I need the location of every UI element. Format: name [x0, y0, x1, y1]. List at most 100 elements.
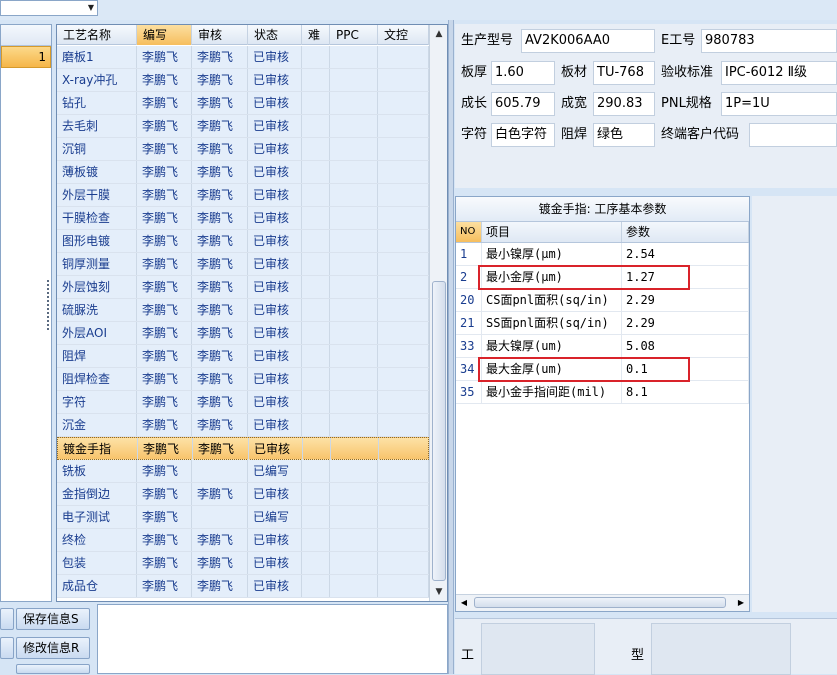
- process-grid-row[interactable]: 终检 李鹏飞 李鹏飞 已审核: [57, 529, 429, 552]
- process-grid-row[interactable]: 沉金 李鹏飞 李鹏飞 已审核: [57, 414, 429, 437]
- param-table-row[interactable]: 20 CS面pnl面积(sq/in) 2.29: [456, 289, 749, 312]
- save-info-button[interactable]: 保存信息S: [16, 608, 90, 630]
- process-grid-row[interactable]: 沉铜 李鹏飞 李鹏飞 已审核: [57, 138, 429, 161]
- param-table-body[interactable]: 1 最小镍厚(μm) 2.54 2 最小金厚(μm) 1.27 20 CS面pnl面积(sq/…: [456, 243, 749, 404]
- param-table-row[interactable]: 1 最小镍厚(μm) 2.54: [456, 243, 749, 266]
- process-grid-row[interactable]: 硫脲洗 李鹏飞 李鹏飞 已审核: [57, 299, 429, 322]
- scroll-down-icon[interactable]: ▼: [430, 583, 448, 601]
- edit-info-button[interactable]: 修改信息R: [16, 637, 90, 659]
- param-table-row[interactable]: 21 SS面pnl面积(sq/in) 2.29: [456, 312, 749, 335]
- param-table-column-header[interactable]: 项目: [482, 222, 622, 242]
- process-grid-row[interactable]: 外层AOI 李鹏飞 李鹏飞 已审核: [57, 322, 429, 345]
- hidden-button-3[interactable]: [16, 664, 90, 674]
- eno-field[interactable]: 980783: [701, 29, 837, 53]
- param-table-row[interactable]: 35 最小金手指间距(mil) 8.1: [456, 381, 749, 404]
- process-grid-row[interactable]: 磨板1 李鹏飞 李鹏飞 已审核: [57, 46, 429, 69]
- hidden-button-2[interactable]: [0, 637, 14, 659]
- width-field[interactable]: 290.83: [593, 92, 655, 116]
- param-table-cell: 最大镍厚(um): [482, 335, 622, 357]
- process-grid-cell: [192, 506, 248, 528]
- bottom-field-1[interactable]: [481, 623, 595, 675]
- memo-area[interactable]: [97, 604, 448, 674]
- process-grid-row[interactable]: 干膜检查 李鹏飞 李鹏飞 已审核: [57, 207, 429, 230]
- process-grid-row[interactable]: 阻焊 李鹏飞 李鹏飞 已审核: [57, 345, 429, 368]
- param-table-hscrollbar[interactable]: ◀ ▶: [456, 594, 749, 611]
- thickness-field[interactable]: 1.60: [491, 61, 555, 85]
- param-table-cell: 2: [456, 266, 482, 288]
- scroll-up-icon[interactable]: ▲: [430, 25, 448, 43]
- process-grid-row[interactable]: 薄板镀 李鹏飞 李鹏飞 已审核: [57, 161, 429, 184]
- process-grid-row[interactable]: 外层蚀刻 李鹏飞 李鹏飞 已审核: [57, 276, 429, 299]
- process-grid-body[interactable]: 磨板1 李鹏飞 李鹏飞 已审核 X-ray冲孔 李鹏飞 李鹏飞 已审核 钻孔 李鹏飞 李鹏飞 已审核去…: [57, 46, 430, 598]
- pnl-field[interactable]: 1P=1U: [721, 92, 837, 116]
- process-grid-row[interactable]: 图形电镀 李鹏飞 李鹏飞 已审核: [57, 230, 429, 253]
- process-grid-cell: [330, 161, 378, 183]
- process-grid-column-header[interactable]: 编写: [137, 25, 192, 45]
- process-grid-row[interactable]: 钻孔 李鹏飞 李鹏飞 已审核: [57, 92, 429, 115]
- process-grid-cell: 李鹏飞: [137, 276, 192, 298]
- process-grid-row[interactable]: X-ray冲孔 李鹏飞 李鹏飞 已审核: [57, 69, 429, 92]
- scroll-left-icon[interactable]: ◀: [456, 595, 472, 611]
- process-grid-cell: [302, 161, 330, 183]
- process-grid-row[interactable]: 金指倒边 李鹏飞 李鹏飞 已审核: [57, 483, 429, 506]
- process-grid-column-header[interactable]: 状态: [248, 25, 302, 45]
- customer-code-field[interactable]: [749, 123, 837, 147]
- process-grid-row[interactable]: 阻焊检查 李鹏飞 李鹏飞 已审核: [57, 368, 429, 391]
- scrollbar-thumb[interactable]: [432, 281, 446, 581]
- param-table-row[interactable]: 2 最小金厚(μm) 1.27: [456, 266, 749, 289]
- param-table-row[interactable]: 33 最大镍厚(um) 5.08: [456, 335, 749, 358]
- length-field[interactable]: 605.79: [491, 92, 555, 116]
- process-grid-cell: 李鹏飞: [192, 253, 248, 275]
- hscrollbar-thumb[interactable]: [474, 597, 726, 608]
- left-list[interactable]: 1: [0, 24, 52, 602]
- splitter-handle[interactable]: [47, 280, 51, 330]
- process-grid-column-header[interactable]: 文控: [378, 25, 429, 45]
- chevron-down-icon[interactable]: ▼: [88, 3, 94, 12]
- char-field[interactable]: 白色字符: [491, 123, 555, 147]
- param-table-column-header[interactable]: 参数: [622, 222, 749, 242]
- process-grid-row[interactable]: 电子测试 李鹏飞 已编写: [57, 506, 429, 529]
- process-grid-cell: 已审核: [248, 552, 302, 574]
- param-table[interactable]: 镀金手指: 工序基本参数 NO 项目 参数 1 最小镍厚(μm) 2.54 2 最小金厚(μ…: [455, 196, 750, 612]
- process-grid[interactable]: 工艺名称 编写 审核 状态难 PPC 文控 磨板1 李鹏飞 李鹏飞 已审核 X-ray冲孔 李鹏飞李…: [56, 24, 448, 602]
- process-grid-cell: 已审核: [248, 414, 302, 436]
- process-grid-cell: [378, 92, 429, 114]
- process-grid-row[interactable]: 去毛刺 李鹏飞 李鹏飞 已审核: [57, 115, 429, 138]
- process-grid-cell: [330, 276, 378, 298]
- model-field[interactable]: AV2K006AA0: [521, 29, 655, 53]
- process-grid-scrollbar[interactable]: ▲ ▼: [429, 25, 447, 601]
- top-dropdown[interactable]: ▼: [0, 0, 98, 16]
- process-grid-column-header[interactable]: 难: [302, 25, 330, 45]
- process-grid-row[interactable]: 镀金手指 李鹏飞 李鹏飞 已审核: [57, 437, 430, 460]
- material-field[interactable]: TU-768: [593, 61, 655, 85]
- process-grid-cell: 铜厚测量: [57, 253, 137, 275]
- solder-field[interactable]: 绿色: [593, 123, 655, 147]
- hidden-button-1[interactable]: [0, 608, 14, 630]
- process-grid-cell: 成品仓: [57, 575, 137, 597]
- bottom-field-2[interactable]: [651, 623, 791, 675]
- length-label: 成长: [461, 96, 488, 111]
- process-grid-cell: [378, 529, 429, 551]
- standard-field[interactable]: IPC-6012 Ⅱ级: [721, 61, 837, 85]
- process-grid-cell: 李鹏飞: [137, 322, 192, 344]
- process-grid-cell: [330, 69, 378, 91]
- process-grid-column-header[interactable]: 审核: [192, 25, 248, 45]
- process-grid-cell: 李鹏飞: [137, 115, 192, 137]
- vertical-splitter[interactable]: [448, 20, 454, 674]
- scroll-right-icon[interactable]: ▶: [733, 595, 749, 611]
- param-table-row[interactable]: 34 最大金厚(um) 0.1: [456, 358, 749, 381]
- process-grid-row[interactable]: 铜厚测量 李鹏飞 李鹏飞 已审核: [57, 253, 429, 276]
- process-grid-cell: 图形电镀: [57, 230, 137, 252]
- process-grid-row[interactable]: 成品仓 李鹏飞 李鹏飞 已审核: [57, 575, 429, 598]
- process-grid-row[interactable]: 铣板 李鹏飞 已编写: [57, 460, 429, 483]
- left-list-selected-item[interactable]: 1: [1, 46, 51, 68]
- process-grid-row[interactable]: 外层干膜 李鹏飞 李鹏飞 已审核: [57, 184, 429, 207]
- process-grid-column-header[interactable]: PPC: [330, 25, 378, 45]
- param-table-column-header[interactable]: NO: [456, 222, 482, 242]
- process-grid-cell: [302, 276, 330, 298]
- process-grid-cell: 干膜检查: [57, 207, 137, 229]
- process-grid-row[interactable]: 包装 李鹏飞 李鹏飞 已审核: [57, 552, 429, 575]
- process-grid-cell: 李鹏飞: [137, 368, 192, 390]
- process-grid-row[interactable]: 字符 李鹏飞 李鹏飞 已审核: [57, 391, 429, 414]
- process-grid-column-header[interactable]: 工艺名称: [57, 25, 137, 45]
